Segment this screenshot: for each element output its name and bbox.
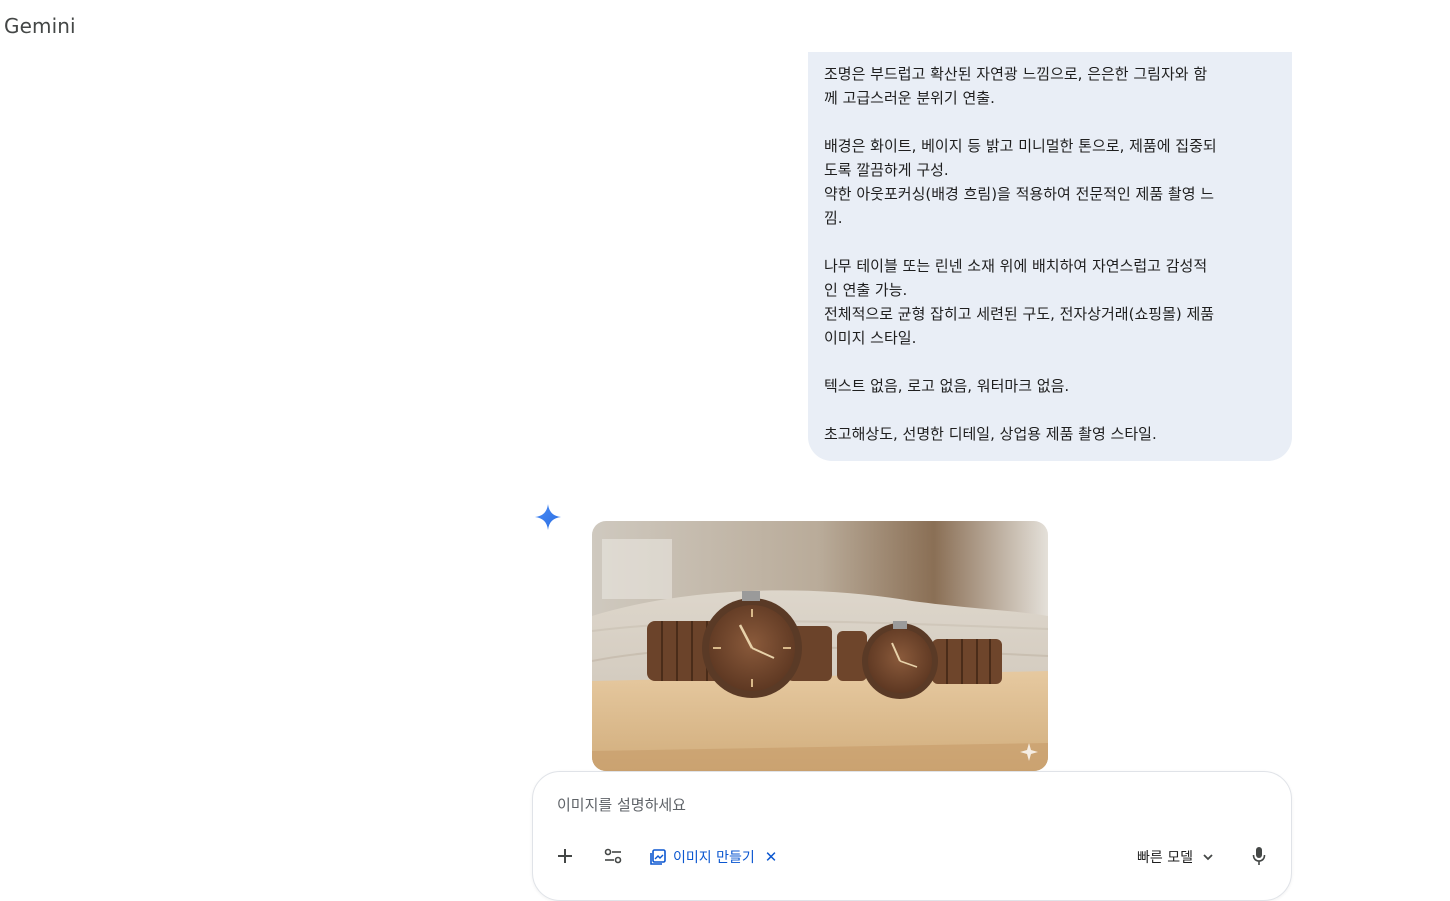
user-message-text: 조명은 부드럽고 확산된 자연광 느낌으로, 은은한 그림자와 함께 고급스러운… bbox=[824, 62, 1276, 446]
message-paragraph: 배경은 화이트, 베이지 등 밝고 미니멀한 톤으로, 제품에 집중되도록 깔끔… bbox=[824, 134, 1276, 230]
prompt-input[interactable] bbox=[557, 794, 1157, 816]
message-paragraph: 조명은 부드럽고 확산된 자연광 느낌으로, 은은한 그림자와 함께 고급스러운… bbox=[824, 62, 1276, 110]
image-tool-chip-label: 이미지 만들기 bbox=[673, 850, 755, 866]
microphone-button[interactable] bbox=[1247, 844, 1271, 868]
app-title[interactable]: Gemini bbox=[4, 14, 76, 38]
microphone-icon bbox=[1252, 847, 1266, 865]
message-line: 이미지 스타일. bbox=[824, 329, 917, 347]
model-selector[interactable]: 빠른 모델 bbox=[1137, 846, 1215, 868]
message-line: 약한 아웃포커싱(배경 흐림)을 적용하여 전문적인 제품 촬영 느 bbox=[824, 185, 1215, 203]
gemini-spark-icon bbox=[534, 503, 562, 531]
message-line: 전체적으로 균형 잡히고 세련된 구도, 전자상거래(쇼핑몰) 제품 bbox=[824, 305, 1215, 323]
message-line: 배경은 화이트, 베이지 등 밝고 미니멀한 톤으로, 제품에 집중되 bbox=[824, 137, 1217, 155]
close-icon[interactable]: ✕ bbox=[765, 849, 778, 865]
message-line: 조명은 부드럽고 확산된 자연광 느낌으로, 은은한 그림자와 함 bbox=[824, 65, 1208, 83]
prompt-composer: 이미지 만들기 ✕ 빠른 모델 bbox=[532, 771, 1292, 901]
image-gallery-icon bbox=[650, 849, 666, 865]
message-line: 낌. bbox=[824, 209, 843, 227]
message-line: 께 고급스러운 분위기 연출. bbox=[824, 89, 995, 107]
message-line: 초고해상도, 선명한 디테일, 상업용 제품 촬영 스타일. bbox=[824, 425, 1157, 443]
user-message-bubble: 조명은 부드럽고 확산된 자연광 느낌으로, 은은한 그림자와 함께 고급스러운… bbox=[808, 52, 1292, 461]
message-line: 텍스트 없음, 로고 없음, 워터마크 없음. bbox=[824, 377, 1070, 395]
tools-sliders-icon bbox=[604, 848, 622, 864]
add-button[interactable] bbox=[553, 844, 577, 868]
plus-icon bbox=[558, 849, 572, 863]
message-paragraph: 초고해상도, 선명한 디테일, 상업용 제품 촬영 스타일. bbox=[824, 422, 1276, 446]
message-paragraph: 나무 테이블 또는 린넨 소재 위에 배치하여 자연스럽고 감성적인 연출 가능… bbox=[824, 254, 1276, 350]
message-line: 도록 깔끔하게 구성. bbox=[824, 161, 949, 179]
generated-product-image[interactable] bbox=[592, 521, 1048, 771]
chevron-down-icon bbox=[1203, 854, 1213, 861]
tools-button[interactable] bbox=[601, 844, 625, 868]
image-tool-chip[interactable]: 이미지 만들기 ✕ bbox=[649, 846, 777, 868]
model-label: 빠른 모델 bbox=[1137, 850, 1193, 866]
message-line: 나무 테이블 또는 린넨 소재 위에 배치하여 자연스럽고 감성적 bbox=[824, 257, 1208, 275]
message-paragraph: 텍스트 없음, 로고 없음, 워터마크 없음. bbox=[824, 374, 1276, 398]
message-line: 인 연출 가능. bbox=[824, 281, 908, 299]
